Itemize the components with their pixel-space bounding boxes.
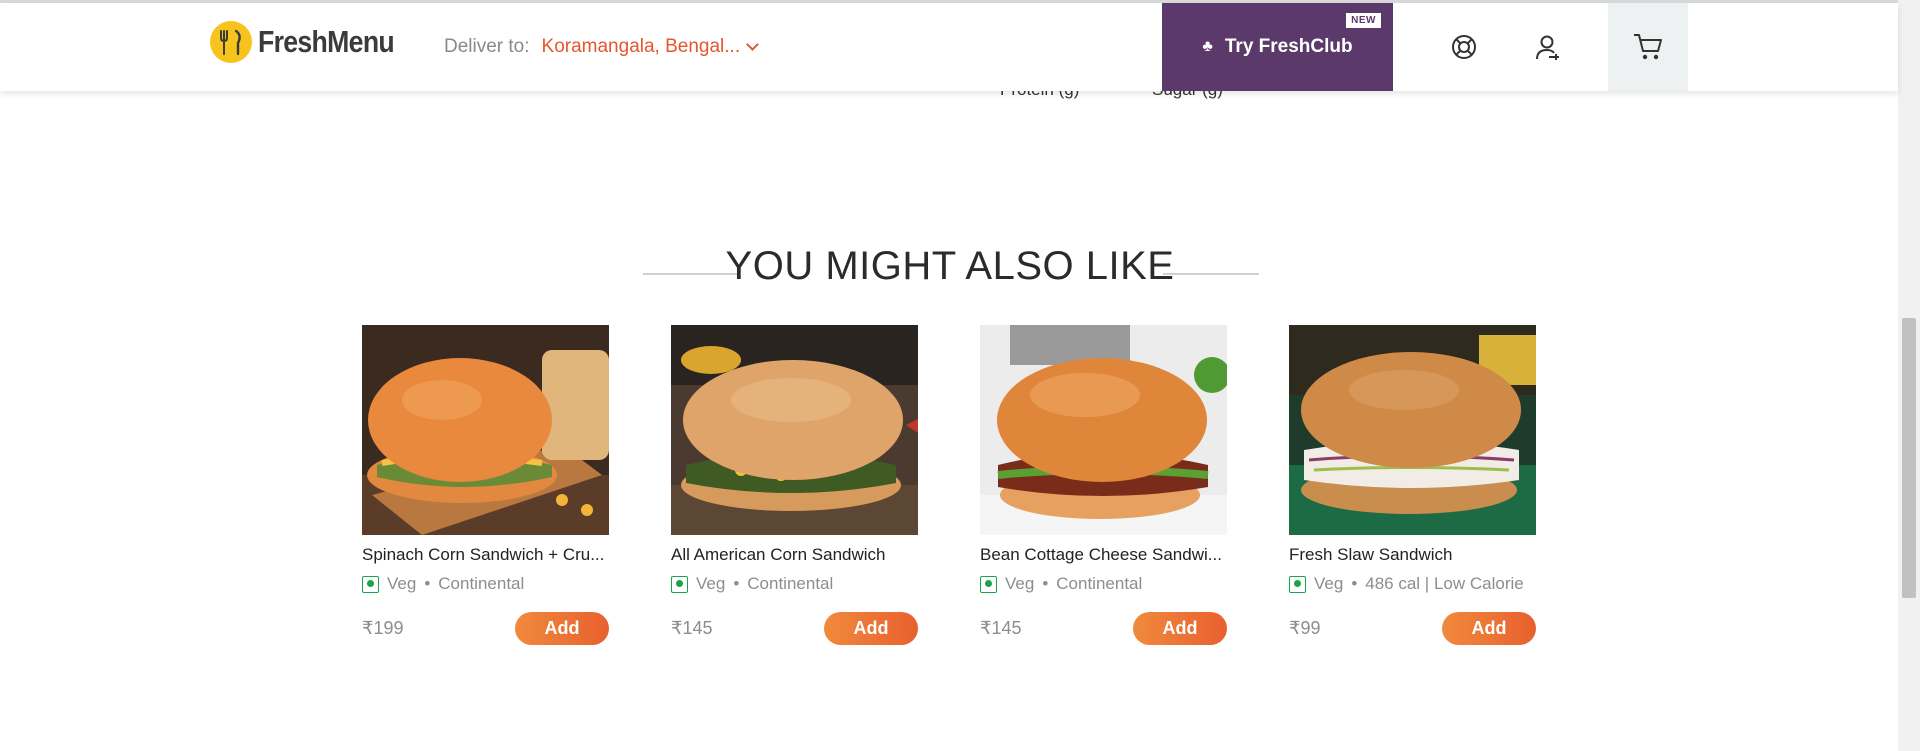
chevron-down-icon[interactable] [746,37,759,51]
veg-icon [671,575,688,593]
veg-icon [362,575,379,593]
delivery-location[interactable]: Koramangala, Bengal... [542,36,741,58]
scrollbar-thumb[interactable] [1902,318,1916,598]
cart-button[interactable] [1608,3,1688,91]
try-freshclub-button[interactable]: ♣ Try FreshClub NEW [1162,3,1393,91]
product-meta: Veg • Continental [980,574,1227,594]
product-footer: ₹145 Add [980,612,1227,645]
veg-icon [1289,575,1306,593]
product-price: ₹145 [671,618,713,638]
separator-dot: • [1351,574,1358,593]
separator-dot: • [1042,574,1049,593]
product-price: ₹199 [362,618,404,638]
product-name: Fresh Slaw Sandwich [1289,545,1453,564]
product-price: ₹145 [980,618,1022,638]
page-scrollbar[interactable] [1898,0,1920,751]
product-meta: Veg • Continental [671,574,918,594]
logo-text: FreshMenu [258,24,395,59]
deliver-to-selector[interactable]: Deliver to: Koramangala, Bengal... [444,36,759,58]
veg-label: Veg [1005,574,1035,593]
product-image[interactable] [671,325,918,535]
deliver-label: Deliver to: [444,36,530,57]
product-name: All American Corn Sandwich [671,545,886,564]
product-card[interactable]: Spinach Corn Sandwich + Cru... Veg • Con… [362,325,609,645]
veg-label: Veg [696,574,726,593]
user-button[interactable] [1508,3,1588,91]
product-card[interactable]: Fresh Slaw Sandwich Veg • 486 cal | Low … [1289,325,1536,645]
logo-icon [210,21,252,63]
veg-label: Veg [387,574,417,593]
add-button[interactable]: Add [1133,612,1227,645]
cart-icon [1634,34,1662,60]
new-badge: NEW [1346,13,1381,28]
site-header: FreshMenu Deliver to: Koramangala, Benga… [0,3,1898,91]
product-name: Bean Cottage Cheese Sandwi... [980,545,1222,564]
product-footer: ₹145 Add [671,612,918,645]
user-icon [1536,35,1559,60]
product-card[interactable]: Bean Cottage Cheese Sandwi... Veg • Cont… [980,325,1227,645]
product-tag: Continental [438,574,525,593]
add-button[interactable]: Add [824,612,918,645]
separator-dot: • [733,574,740,593]
product-name: Spinach Corn Sandwich + Cru... [362,545,605,564]
separator-dot: • [424,574,431,593]
product-meta: Veg • 486 cal | Low Calorie [1289,574,1536,594]
product-footer: ₹199 Add [362,612,609,645]
freshmenu-logo[interactable]: FreshMenu [210,21,416,63]
product-card[interactable]: All American Corn Sandwich Veg • Contine… [671,325,918,645]
product-tag: 486 cal | Low Calorie [1365,574,1524,593]
veg-icon [980,575,997,593]
product-tag: Continental [1056,574,1143,593]
product-image[interactable] [980,325,1227,535]
product-tag: Continental [747,574,834,593]
club-icon: ♣ [1202,38,1213,55]
product-footer: ₹99 Add [1289,612,1536,645]
help-icon [1452,35,1476,59]
product-image[interactable] [1289,325,1536,535]
product-price: ₹99 [1289,618,1321,638]
add-button[interactable]: Add [515,612,609,645]
veg-label: Veg [1314,574,1344,593]
help-button[interactable] [1424,3,1504,91]
title-divider-right [1163,273,1259,275]
add-button[interactable]: Add [1442,612,1536,645]
product-meta: Veg • Continental [362,574,609,594]
product-image[interactable] [362,325,609,535]
freshclub-label: Try FreshClub [1224,36,1353,57]
section-title: YOU MIGHT ALSO LIKE [725,244,1175,288]
